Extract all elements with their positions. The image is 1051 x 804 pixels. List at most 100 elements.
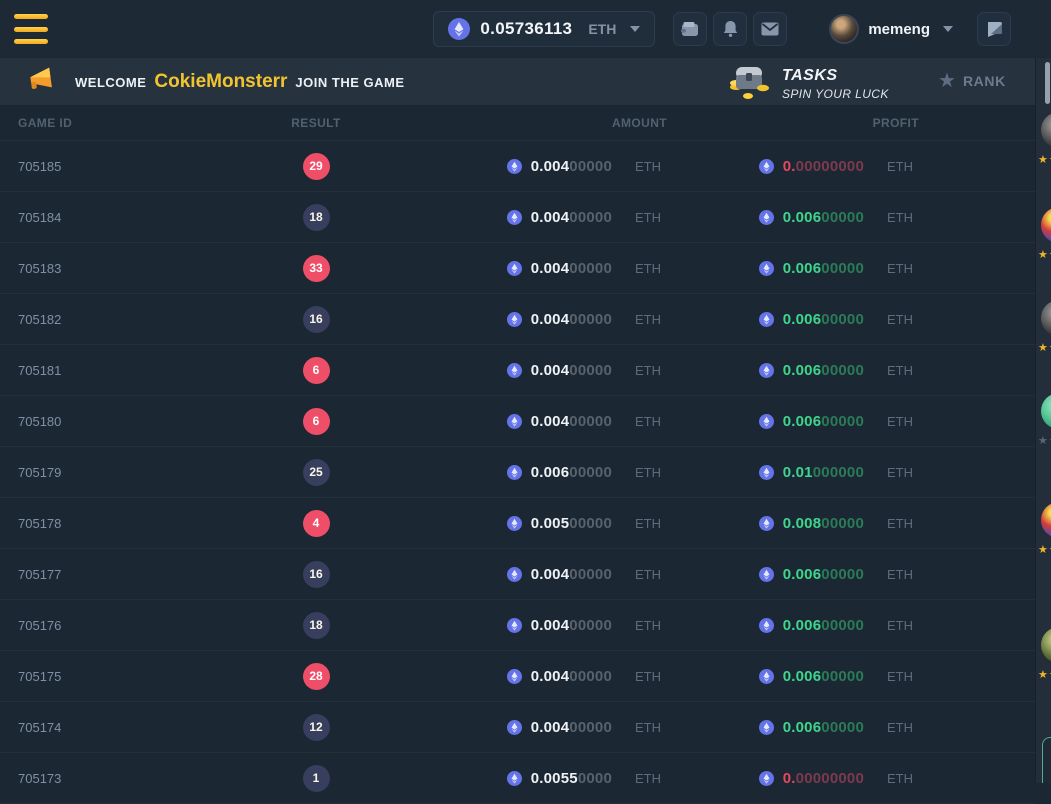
table-row[interactable]: 70517716 0.00400000ETH 0.00600000ETH — [0, 549, 1035, 600]
currency-label: ETH — [887, 618, 919, 633]
currency-label: ETH — [887, 363, 919, 378]
table-row[interactable]: 7051731 0.00550000ETH 0.00000000ETH — [0, 753, 1035, 804]
eth-icon — [759, 363, 774, 378]
user-menu[interactable]: memeng — [829, 14, 953, 44]
eth-icon — [507, 159, 522, 174]
eth-icon — [759, 414, 774, 429]
chat-toggle-button[interactable] — [977, 12, 1011, 46]
eth-icon — [507, 567, 522, 582]
result-badge: 18 — [303, 204, 330, 231]
mail-icon — [761, 22, 779, 36]
currency-label: ETH — [635, 312, 667, 327]
game-id: 705185 — [0, 159, 280, 174]
currency-label: ETH — [887, 567, 919, 582]
star-icon: ★ — [938, 72, 956, 90]
eth-icon — [507, 516, 522, 531]
messages-button[interactable] — [753, 12, 787, 46]
chat-panel-corner — [1042, 737, 1051, 783]
result-badge: 6 — [303, 357, 330, 384]
eth-icon — [507, 312, 522, 327]
profit-cell: 0.01000000ETH — [667, 464, 919, 481]
chevron-down-icon — [943, 26, 953, 32]
amount-cell: 0.00400000ETH — [352, 158, 667, 175]
table-row[interactable]: 7051806 0.00400000ETH 0.00600000ETH — [0, 396, 1035, 447]
amount-cell: 0.00500000ETH — [352, 515, 667, 532]
game-id: 705174 — [0, 720, 280, 735]
amount-cell: 0.00400000ETH — [352, 209, 667, 226]
player-avatar[interactable] — [1041, 112, 1051, 148]
currency-label: ETH — [887, 465, 919, 480]
chat-bubble-icon — [985, 20, 1003, 38]
wallet-button[interactable] — [673, 12, 707, 46]
table-row[interactable]: 70517925 0.00600000ETH 0.01000000ETH — [0, 447, 1035, 498]
amount-cell: 0.00400000ETH — [352, 413, 667, 430]
result-badge: 1 — [303, 765, 330, 792]
amount-cell: 0.00400000ETH — [352, 260, 667, 277]
player-avatar[interactable] — [1041, 393, 1051, 429]
profit-cell: 0.00600000ETH — [667, 566, 919, 583]
player-avatar[interactable] — [1041, 627, 1051, 663]
scrollbar-thumb[interactable] — [1045, 62, 1050, 104]
main-content: WELCOME CokieMonsterr JOIN THE GAME TASK… — [0, 58, 1035, 783]
profit-cell: 0.00600000ETH — [667, 719, 919, 736]
table-row[interactable]: 70518529 0.00400000ETH 0.00000000ETH — [0, 141, 1035, 192]
game-id: 705182 — [0, 312, 280, 327]
table-row[interactable]: 7051816 0.00400000ETH 0.00600000ETH — [0, 345, 1035, 396]
column-amount: AMOUNT — [352, 116, 667, 130]
user-avatar — [829, 14, 859, 44]
table-row[interactable]: 70518216 0.00400000ETH 0.00600000ETH — [0, 294, 1035, 345]
currency-label: ETH — [635, 618, 667, 633]
table-row[interactable]: 70517412 0.00400000ETH 0.00600000ETH — [0, 702, 1035, 753]
currency-label: ETH — [887, 771, 919, 786]
currency-label: ETH — [635, 363, 667, 378]
table-row[interactable]: 70518333 0.00400000ETH 0.00600000ETH — [0, 243, 1035, 294]
chevron-down-icon — [630, 26, 640, 32]
treasure-chest-icon — [726, 61, 770, 106]
table-row[interactable]: 70518418 0.00400000ETH 0.00600000ETH — [0, 192, 1035, 243]
eth-icon — [759, 516, 774, 531]
currency-label: ETH — [887, 720, 919, 735]
balance-selector[interactable]: 0.05736113 ETH — [433, 11, 655, 47]
megaphone-icon — [25, 65, 55, 97]
column-profit: PROFIT — [667, 116, 919, 130]
currency-label: ETH — [635, 210, 667, 225]
currency-label: ETH — [887, 159, 919, 174]
game-id: 705176 — [0, 618, 280, 633]
eth-icon — [507, 771, 522, 786]
amount-cell: 0.00400000ETH — [352, 362, 667, 379]
game-id: 705179 — [0, 465, 280, 480]
result-badge: 28 — [303, 663, 330, 690]
table-row[interactable]: 70517528 0.00400000ETH 0.00600000ETH — [0, 651, 1035, 702]
eth-icon — [507, 720, 522, 735]
tasks-subtitle: SPIN YOUR LUCK — [782, 87, 889, 101]
welcome-prefix: WELCOME — [75, 75, 146, 90]
eth-icon — [759, 465, 774, 480]
result-badge: 18 — [303, 612, 330, 639]
tasks-widget[interactable]: TASKS SPIN YOUR LUCK — [726, 61, 889, 106]
player-avatar[interactable] — [1041, 300, 1051, 336]
chat-sidebar-edge: ★★★★★★★★★★★★★★★★★★ — [1035, 58, 1051, 783]
player-stars: ★★★ — [1038, 248, 1051, 261]
table-row[interactable]: 7051784 0.00500000ETH 0.00800000ETH — [0, 498, 1035, 549]
player-avatar[interactable] — [1041, 207, 1051, 243]
profit-cell: 0.00600000ETH — [667, 260, 919, 277]
eth-icon — [759, 669, 774, 684]
balance-amount: 0.05736113 — [480, 19, 572, 39]
eth-icon — [759, 720, 774, 735]
table-row[interactable]: 70517618 0.00400000ETH 0.00600000ETH — [0, 600, 1035, 651]
currency-label: ETH — [635, 669, 667, 684]
hamburger-menu-icon[interactable] — [14, 14, 48, 44]
user-name: memeng — [868, 21, 930, 38]
game-id: 705177 — [0, 567, 280, 582]
player-stars: ★★★ — [1038, 153, 1051, 166]
notifications-button[interactable] — [713, 12, 747, 46]
rank-widget[interactable]: ★ RANK — [938, 72, 1006, 90]
eth-icon — [507, 210, 522, 225]
player-avatar[interactable] — [1041, 502, 1051, 538]
currency-label: ETH — [635, 465, 667, 480]
profit-cell: 0.00600000ETH — [667, 311, 919, 328]
profit-cell: 0.00600000ETH — [667, 668, 919, 685]
result-badge: 29 — [303, 153, 330, 180]
profit-cell: 0.00600000ETH — [667, 209, 919, 226]
welcome-suffix: JOIN THE GAME — [295, 75, 404, 90]
